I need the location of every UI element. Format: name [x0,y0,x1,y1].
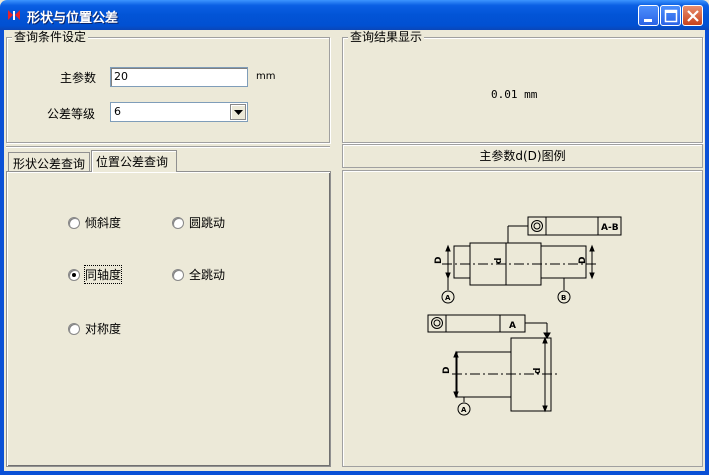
radio-inclination-label: 倾斜度 [85,216,122,230]
window-frame-left [0,30,4,475]
radio-circular-runout-dot[interactable] [172,216,184,229]
query-settings-title: 查询条件设定 [12,30,89,44]
minimize-icon [644,19,652,22]
radio-symmetry-dot[interactable] [68,322,80,335]
dropdown-arrow-icon [234,110,243,115]
datum-a-label: A [445,294,451,302]
window-title: 形状与位置公差 [27,11,119,26]
top-shaft-left-step [453,245,471,279]
legend-diagram: A-B A A B A D d D D d [427,216,622,416]
close-icon [687,10,699,22]
tab-shape-tolerance[interactable]: 形状公差查询 [8,152,90,172]
grade-select[interactable]: 6 [110,102,248,122]
close-button[interactable] [682,5,703,26]
radio-circular-runout[interactable]: 圆跳动 [172,214,225,231]
dim-D-left: D [434,257,444,264]
bottom-fcf-datum-label: A [509,321,516,331]
radio-symmetry[interactable]: 对称度 [68,320,121,337]
radio-coaxiality[interactable]: 同轴度 [68,265,123,284]
window-frame-right [705,30,709,475]
radio-symmetry-label: 对称度 [85,322,122,336]
maximize-button[interactable] [660,5,681,26]
radio-total-runout[interactable]: 全跳动 [172,266,225,283]
left-divider [6,146,330,148]
window-frame-bottom [0,471,709,475]
datum-a-bottom-label: A [461,406,467,414]
legend-title: 主参数d(D)图例 [479,149,566,163]
minimize-button[interactable] [638,5,659,26]
main-param-unit: mm [256,71,276,82]
legend-header: 主参数d(D)图例 [342,144,703,168]
tab-position-tolerance-label: 位置公差查询 [96,155,169,169]
tab-shape-tolerance-label: 形状公差查询 [13,157,86,171]
dropdown-arrow-button[interactable] [230,104,246,120]
datum-b-label: B [561,294,566,302]
dim-D-right: D [578,257,588,264]
top-fcf-datum-label: A-B [601,223,619,233]
main-param-input[interactable]: 20 [110,67,248,87]
radio-coaxiality-label: 同轴度 [83,265,123,284]
query-settings-group: 查询条件设定 [6,30,330,143]
result-value: 0.01 mm [491,88,538,101]
grade-label: 公差等级 [47,107,96,121]
tab-position-tolerance[interactable]: 位置公差查询 [91,150,177,172]
radio-total-runout-dot[interactable] [172,268,184,281]
radio-inclination-dot[interactable] [68,216,80,229]
dim-d-bottom: d [533,368,543,374]
app-icon [8,10,20,20]
radio-total-runout-label: 全跳动 [189,268,226,282]
maximize-icon [664,9,678,23]
dim-d-middle: d [494,258,504,264]
radio-circular-runout-label: 圆跳动 [189,216,226,230]
dim-D-bottom: D [442,367,452,374]
radio-coaxiality-dot[interactable] [68,268,80,281]
radio-inclination[interactable]: 倾斜度 [68,214,121,231]
title-bar[interactable]: 形状与位置公差 [0,0,709,30]
grade-value: 6 [114,105,121,118]
main-param-label: 主参数 [60,71,97,85]
position-tolerance-panel [6,171,331,467]
query-results-title: 查询结果显示 [348,30,425,44]
